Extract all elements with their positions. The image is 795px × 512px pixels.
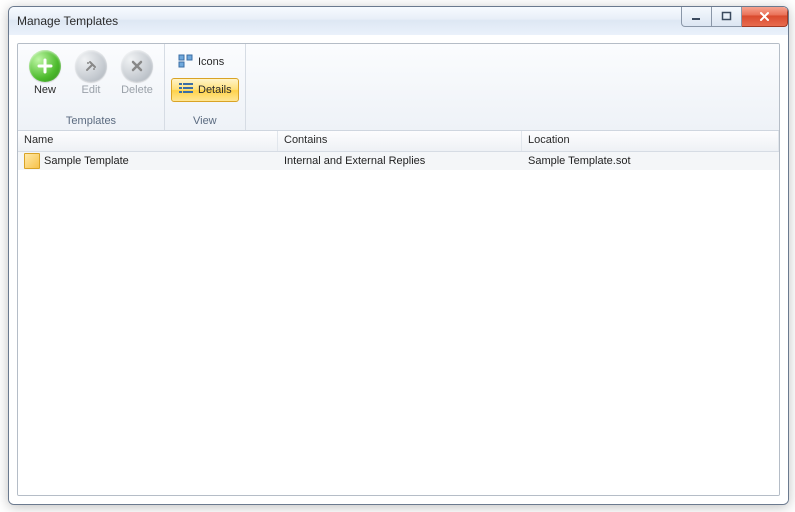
- delete-button: Delete: [116, 48, 158, 98]
- row-contains: Internal and External Replies: [278, 155, 522, 167]
- close-button[interactable]: [742, 7, 788, 27]
- ribbon: New Edit Delete: [18, 44, 779, 131]
- edit-button: Edit: [70, 48, 112, 98]
- template-file-icon: [24, 153, 40, 169]
- x-icon: [121, 50, 153, 82]
- icons-view-label: Icons: [198, 56, 224, 68]
- edit-label: Edit: [82, 84, 101, 96]
- delete-label: Delete: [121, 84, 153, 96]
- window-controls: [681, 7, 788, 27]
- template-list[interactable]: Name Contains Location Sample Template I…: [18, 131, 779, 495]
- group-view: Icons Details: [165, 44, 246, 130]
- titlebar[interactable]: Manage Templates: [9, 7, 788, 36]
- tools-icon: [75, 50, 107, 82]
- details-view-icon: [178, 82, 194, 99]
- details-view-button[interactable]: Details: [171, 78, 239, 102]
- new-button[interactable]: New: [24, 48, 66, 98]
- client-area: New Edit Delete: [9, 35, 788, 504]
- icons-view-button[interactable]: Icons: [171, 50, 239, 74]
- view-group-label: View: [171, 114, 239, 128]
- column-name[interactable]: Name: [18, 131, 278, 151]
- row-name: Sample Template: [44, 155, 129, 167]
- icons-view-icon: [178, 54, 194, 71]
- maximize-button[interactable]: [712, 7, 742, 27]
- minimize-button[interactable]: [681, 7, 712, 27]
- window-frame: Manage Templates: [8, 6, 789, 505]
- details-view-label: Details: [198, 84, 232, 96]
- group-templates: New Edit Delete: [18, 44, 165, 130]
- new-label: New: [34, 84, 56, 96]
- inner-frame: New Edit Delete: [17, 43, 780, 496]
- column-headers: Name Contains Location: [18, 131, 779, 152]
- templates-group-label: Templates: [24, 114, 158, 128]
- plus-icon: [29, 50, 61, 82]
- column-contains[interactable]: Contains: [278, 131, 522, 151]
- row-location: Sample Template.sot: [522, 155, 779, 167]
- window-title: Manage Templates: [17, 14, 118, 28]
- list-item[interactable]: Sample Template Internal and External Re…: [18, 152, 779, 170]
- column-location[interactable]: Location: [522, 131, 779, 151]
